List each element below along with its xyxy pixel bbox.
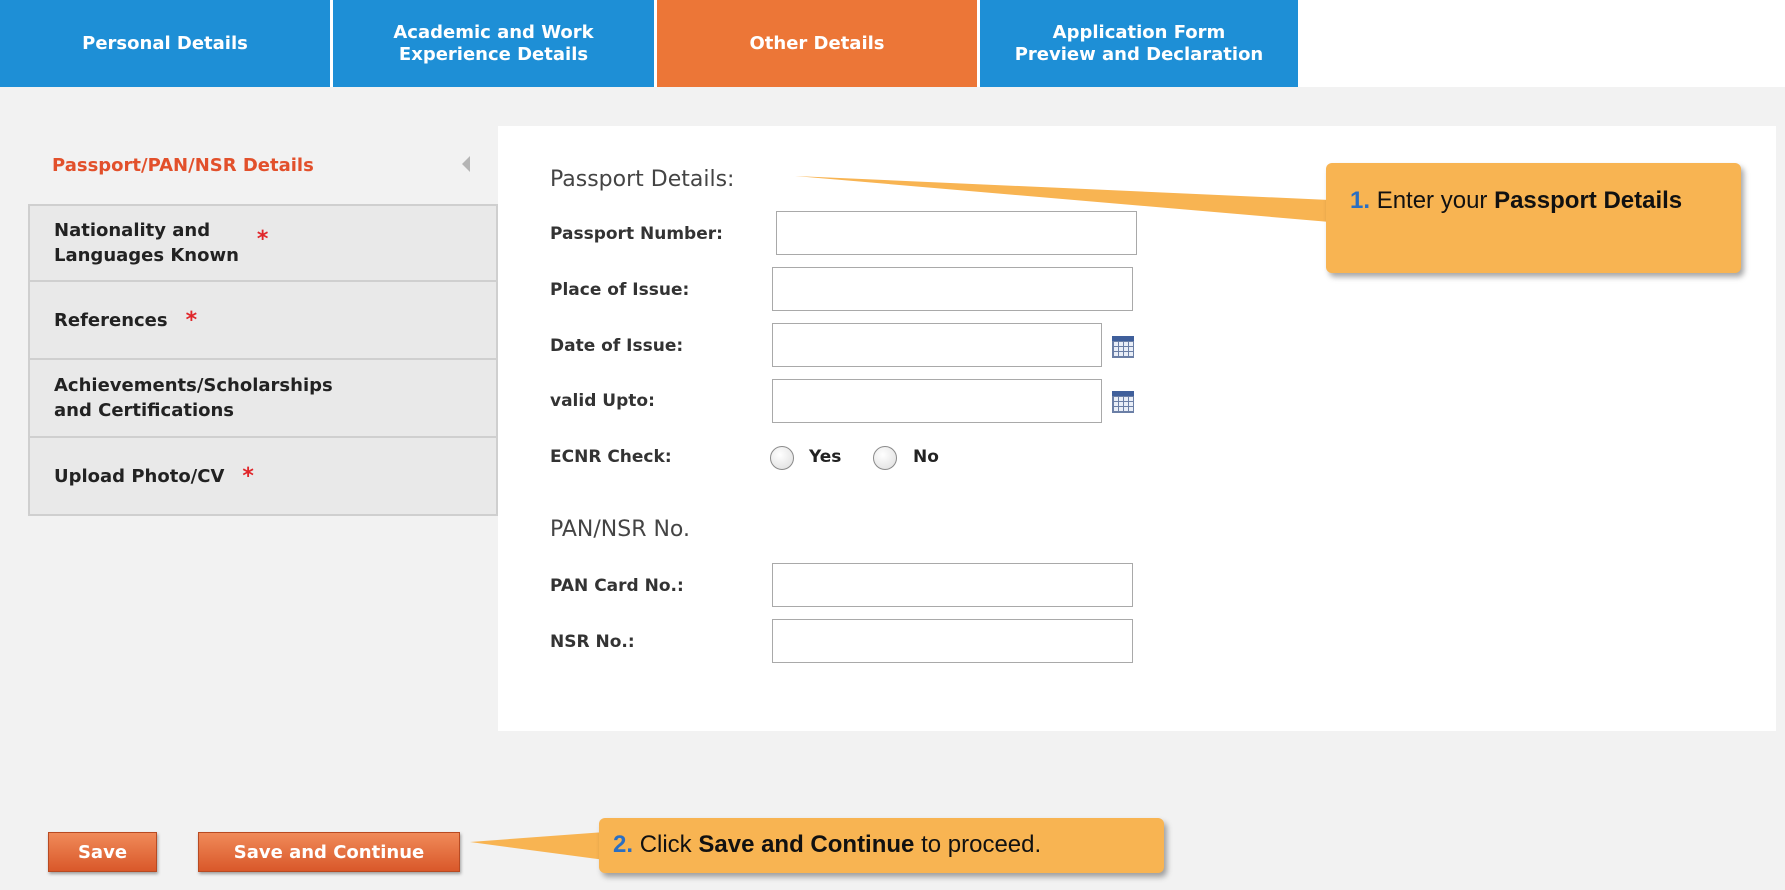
callout-number: 1. (1350, 187, 1371, 214)
callout-number: 2. (613, 831, 634, 858)
save-button[interactable]: Save (48, 832, 157, 872)
callout-pointers (470, 176, 1330, 860)
callout-text-tail: to proceed. (921, 831, 1042, 858)
callout-bold-text: Save and Continue (698, 831, 915, 858)
instruction-callout-1: 1. Enter your Passport Details (1326, 163, 1741, 273)
callout-text: Enter your (1376, 187, 1488, 214)
callout-bold-text: Passport Details (1494, 187, 1683, 214)
callout-two-pointer (470, 832, 605, 860)
callout-one-pointer (795, 176, 1330, 222)
callout-text: Click (639, 831, 692, 858)
save-and-continue-button[interactable]: Save and Continue (198, 832, 460, 872)
instruction-callout-2: 2. Click Save and Continue to proceed. (599, 818, 1164, 873)
